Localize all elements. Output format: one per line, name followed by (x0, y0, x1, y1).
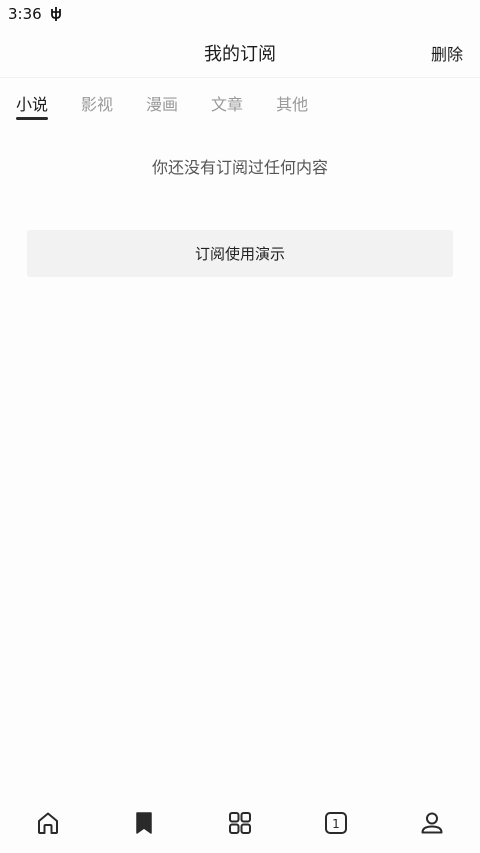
tab-comic[interactable]: 漫画 (146, 78, 178, 124)
active-tab-indicator (16, 117, 49, 120)
tab-video[interactable]: 影视 (81, 78, 113, 124)
status-time: 3:36 (8, 5, 42, 23)
nav-home[interactable] (18, 798, 78, 848)
tab-label: 文章 (211, 95, 244, 114)
category-tabs: 小说 影视 漫画 文章 其他 (0, 78, 480, 124)
tab-label: 其他 (276, 95, 309, 114)
nav-discover[interactable] (210, 798, 270, 848)
nav-profile[interactable] (402, 798, 462, 848)
title-bar: 我的订阅 删除 (0, 28, 480, 78)
tab-label: 漫画 (146, 95, 179, 114)
profile-icon (419, 810, 445, 836)
delete-button[interactable]: 删除 (431, 41, 463, 65)
home-icon (35, 810, 61, 836)
tab-count-badge: 1 (332, 817, 340, 831)
page-title: 我的订阅 (204, 43, 276, 65)
nav-subscriptions[interactable] (114, 798, 174, 848)
bookmark-icon (131, 810, 157, 836)
empty-state-message: 你还没有订阅过任何内容 (151, 158, 328, 177)
tab-other[interactable]: 其他 (276, 78, 308, 124)
subscription-screen: 3:36 我的订阅 删除 小说 影视 漫画 文章 其他 你还没有订阅过任何内容 … (0, 0, 480, 853)
tab-novel[interactable]: 小说 (16, 78, 49, 124)
nav-tabs[interactable]: 1 (306, 798, 366, 848)
tab-label: 小说 (16, 95, 49, 114)
tab-label: 影视 (81, 95, 114, 114)
subscription-demo-button[interactable]: 订阅使用演示 (27, 230, 453, 277)
bottom-navigation: 1 (0, 793, 480, 853)
grid-icon (227, 810, 253, 836)
debug-app-icon (48, 6, 64, 22)
status-bar: 3:36 (0, 0, 480, 28)
tab-article[interactable]: 文章 (211, 78, 243, 124)
tab-count-icon: 1 (323, 810, 349, 836)
